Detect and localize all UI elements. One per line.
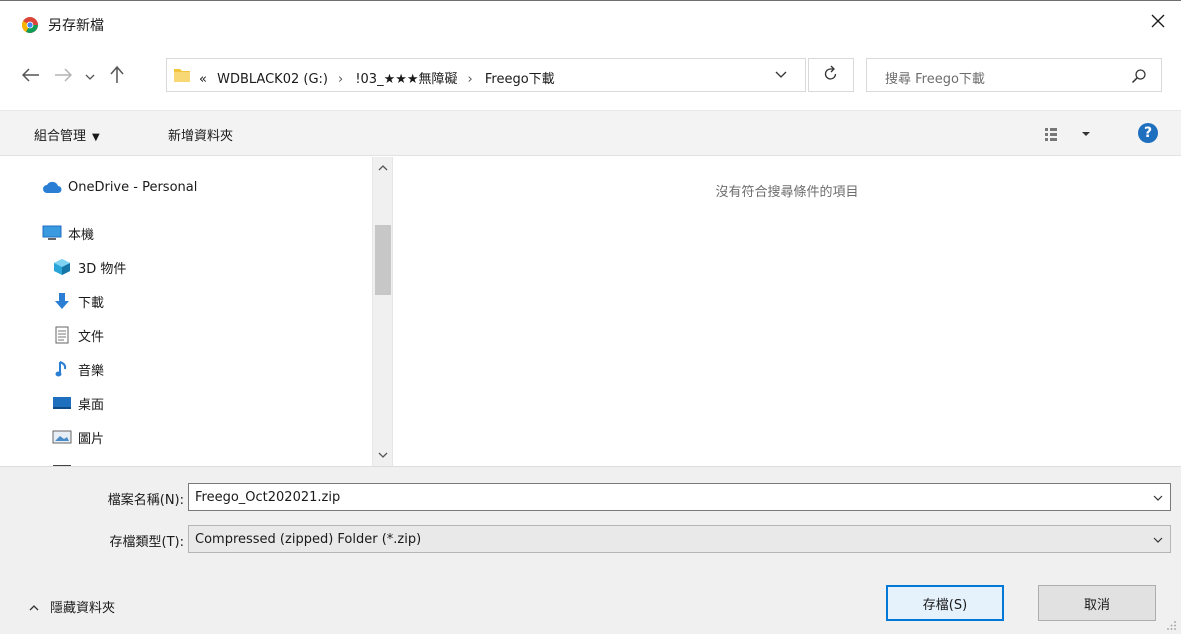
close-icon — [1151, 14, 1165, 32]
arrow-left-icon — [21, 68, 40, 86]
command-bar: 組合管理 ▼ 新增資料夾 ? — [0, 110, 1181, 156]
filename-input[interactable]: Freego_Oct202021.zip — [195, 490, 340, 505]
chevron-down-icon — [85, 70, 95, 85]
forward-button[interactable] — [52, 66, 74, 88]
arrow-right-icon — [54, 68, 73, 86]
sidebar-item-desktop[interactable]: 桌面 — [0, 389, 372, 417]
help-button[interactable]: ? — [1138, 123, 1158, 143]
chevron-right-icon[interactable]: › — [468, 72, 473, 87]
sidebar-item-pictures[interactable]: 圖片 — [0, 423, 372, 451]
filetype-label: 存檔類型(T): — [109, 535, 184, 550]
sidebar-item-documents[interactable]: 文件 — [0, 321, 372, 349]
sidebar-item-label: 下載 — [78, 295, 105, 311]
up-button[interactable] — [106, 65, 128, 88]
filetype-select[interactable]: Compressed (zipped) Folder (*.zip) — [188, 525, 1171, 553]
breadcrumb: « WDBLACK02 (G:) › !03_★★★無障礙 › Freego下載 — [199, 68, 561, 87]
search-box[interactable]: 搜尋 Freego下載 — [866, 58, 1162, 92]
view-options-button[interactable] — [1044, 124, 1096, 144]
sidebar-item-3d-objects[interactable]: 3D 物件 — [0, 253, 372, 281]
recent-locations-button[interactable] — [82, 66, 98, 88]
organize-button[interactable]: 組合管理 ▼ — [34, 125, 100, 144]
chevron-right-icon[interactable]: › — [338, 72, 343, 87]
resize-grip-icon[interactable] — [1167, 620, 1177, 630]
close-button[interactable] — [1135, 1, 1181, 45]
navigation-pane: OneDrive - Personal 本機 3D 物件 下載 文件 音樂 桌面… — [0, 157, 372, 466]
refresh-button[interactable] — [808, 58, 854, 92]
save-options-panel: 檔案名稱(N): Freego_Oct202021.zip 存檔類型(T): C… — [0, 466, 1181, 634]
title-bar: 另存新檔 — [0, 0, 1181, 46]
breadcrumb-overflow[interactable]: « — [199, 72, 207, 87]
navigation-scrollbar[interactable] — [372, 157, 393, 466]
organize-label: 組合管理 — [34, 129, 87, 144]
filetype-value: Compressed (zipped) Folder (*.zip) — [195, 532, 422, 547]
navigation-bar: « WDBLACK02 (G:) › !03_★★★無障礙 › Freego下載 搜… — [0, 58, 1181, 96]
computer-icon — [42, 224, 62, 242]
breadcrumb-item-folder[interactable]: !03_★★★無障礙 — [355, 72, 457, 87]
empty-message: 沒有符合搜尋條件的項目 — [715, 185, 859, 200]
sidebar-item-label: 文件 — [78, 329, 105, 345]
chrome-icon — [21, 17, 38, 33]
new-folder-button[interactable]: 新增資料夾 — [168, 125, 233, 144]
sidebar-item-this-pc[interactable]: 本機 — [0, 219, 372, 247]
scrollbar-thumb[interactable] — [375, 225, 391, 295]
sidebar-item-label: OneDrive - Personal — [68, 179, 198, 195]
chevron-up-icon — [28, 602, 40, 612]
search-input[interactable]: 搜尋 Freego下載 — [885, 68, 985, 87]
breadcrumb-item-drive[interactable]: WDBLACK02 (G:) — [217, 72, 328, 87]
cube-icon — [52, 258, 72, 276]
sidebar-item-onedrive[interactable]: OneDrive - Personal — [0, 173, 372, 201]
download-icon — [52, 292, 72, 310]
sidebar-item-label: 3D 物件 — [78, 261, 127, 277]
arrow-up-icon — [110, 65, 124, 88]
picture-icon — [52, 428, 72, 446]
desktop-icon — [52, 394, 72, 412]
sidebar-item-label: 圖片 — [78, 431, 105, 447]
address-bar[interactable]: « WDBLACK02 (G:) › !03_★★★無障礙 › Freego下載 — [166, 58, 806, 92]
caret-down-icon: ▼ — [92, 132, 100, 143]
music-icon — [52, 360, 72, 378]
search-icon[interactable] — [1131, 68, 1147, 84]
scroll-down-icon[interactable] — [373, 446, 392, 464]
sidebar-item-partial — [0, 457, 372, 466]
breadcrumb-item-current[interactable]: Freego下載 — [485, 72, 555, 87]
window-title: 另存新檔 — [48, 18, 104, 34]
filename-field[interactable]: Freego_Oct202021.zip — [188, 483, 1171, 511]
filename-label: 檔案名稱(N): — [107, 493, 184, 508]
sidebar-item-label: 桌面 — [78, 397, 105, 413]
document-icon — [52, 326, 72, 344]
refresh-icon — [824, 65, 838, 85]
address-dropdown-icon[interactable] — [775, 69, 791, 83]
folder-icon — [173, 67, 191, 83]
cloud-icon — [42, 178, 62, 196]
chevron-down-icon[interactable] — [1152, 492, 1164, 504]
chevron-down-icon[interactable] — [1152, 534, 1164, 546]
hide-folders-toggle[interactable]: 隱藏資料夾 — [28, 597, 115, 616]
view-options-icon — [1044, 128, 1096, 148]
save-button[interactable]: 存檔(S) — [886, 585, 1004, 621]
sidebar-item-downloads[interactable]: 下載 — [0, 287, 372, 315]
sidebar-item-label: 本機 — [68, 227, 95, 243]
sidebar-item-music[interactable]: 音樂 — [0, 355, 372, 383]
back-button[interactable] — [20, 66, 42, 88]
sidebar-item-label: 音樂 — [78, 363, 105, 379]
hide-folders-label: 隱藏資料夾 — [50, 601, 116, 616]
file-list-pane[interactable]: 沒有符合搜尋條件的項目 — [393, 157, 1181, 466]
cancel-button[interactable]: 取消 — [1038, 585, 1156, 621]
scroll-up-icon[interactable] — [373, 159, 392, 177]
